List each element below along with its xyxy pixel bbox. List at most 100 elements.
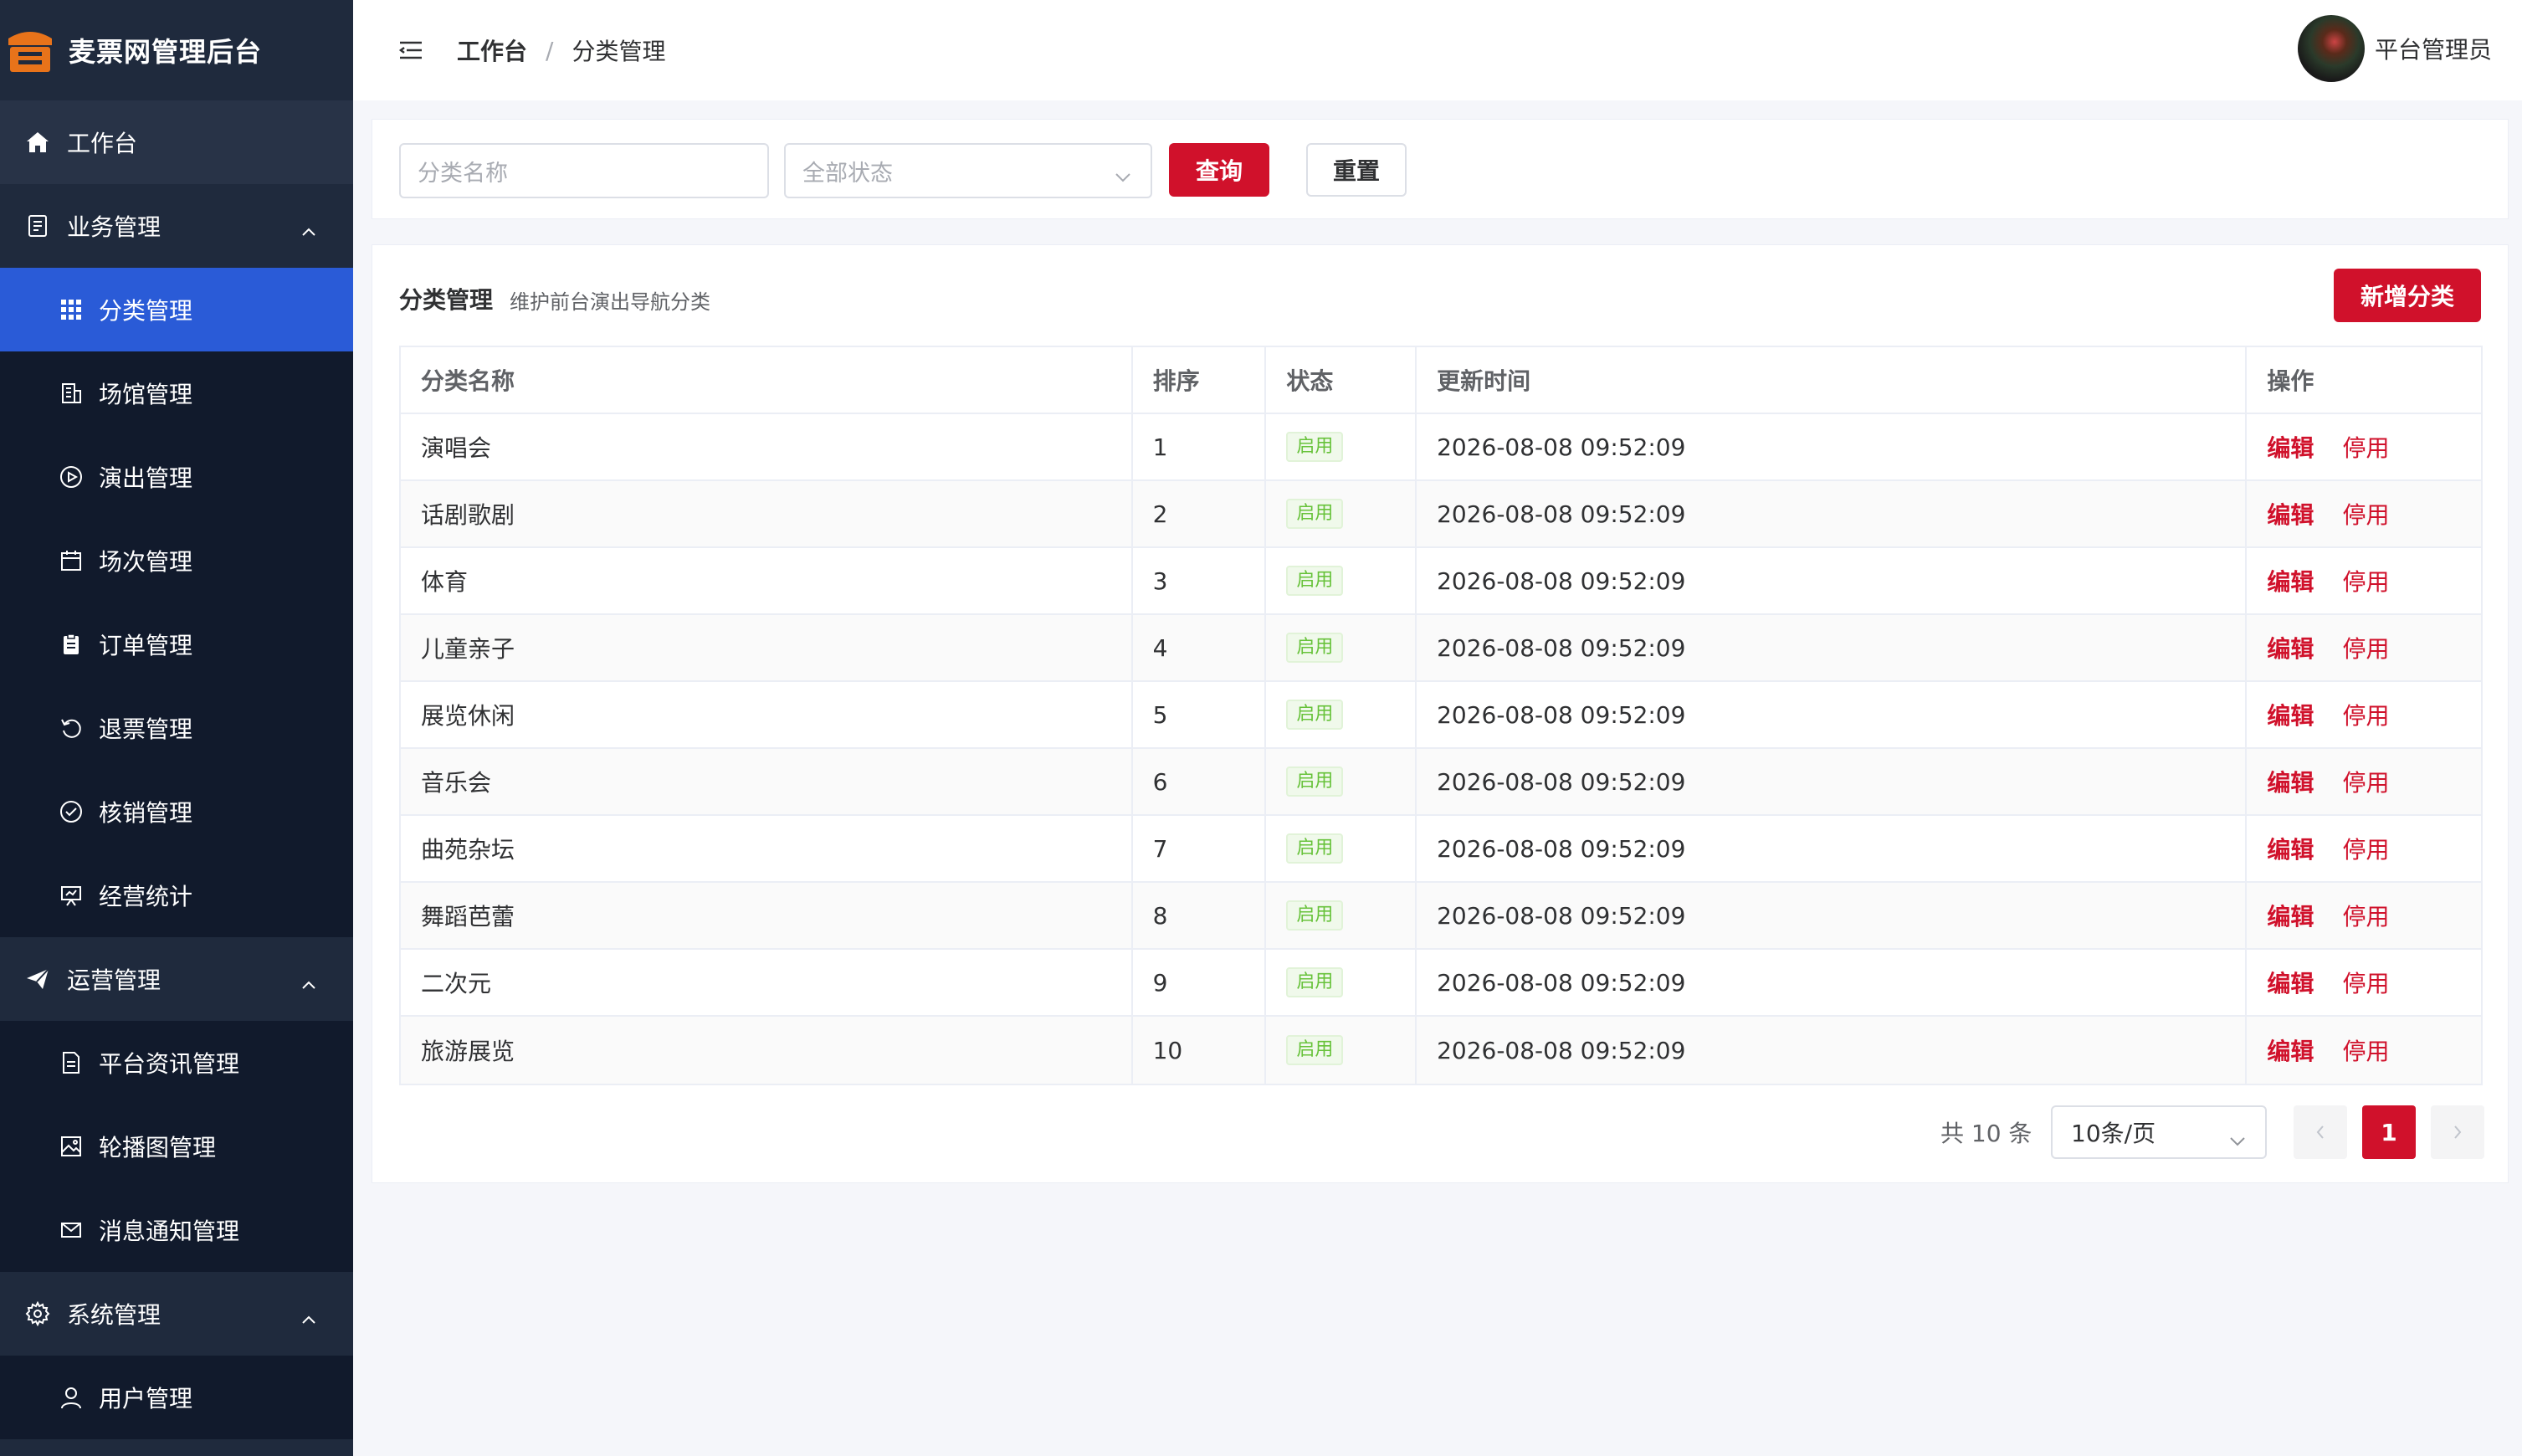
cell-name: 体育 — [401, 548, 1133, 613]
disable-button[interactable]: 停用 — [2342, 832, 2389, 865]
sidebar-item-banner[interactable]: 轮播图管理 — [0, 1105, 353, 1188]
status-badge: 启用 — [1286, 833, 1344, 864]
top-header: 工作台 / 分类管理 平台管理员 — [353, 0, 2522, 100]
cell-updated: 2026-08-08 09:52:09 — [1417, 548, 2248, 613]
status-badge: 启用 — [1286, 566, 1344, 596]
category-name-placeholder: 分类名称 — [418, 160, 508, 187]
sidebar-item-notify[interactable]: 消息通知管理 — [0, 1188, 353, 1272]
menu-workbench[interactable]: 工作台 — [0, 100, 353, 184]
page-size-select[interactable]: 10条/页 — [2051, 1105, 2267, 1159]
chevron-up-icon — [300, 1304, 318, 1331]
cell-name: 曲苑杂坛 — [401, 816, 1133, 881]
table-row: 舞蹈芭蕾 8 启用 2026-08-08 09:52:09 编辑 停用 — [401, 883, 2481, 950]
user-menu[interactable]: 平台管理员 — [2297, 15, 2492, 82]
disable-button[interactable]: 停用 — [2342, 698, 2389, 731]
edit-button[interactable]: 编辑 — [2267, 765, 2314, 798]
table-header-row: 分类名称 排序 状态 更新时间 操作 — [401, 347, 2481, 414]
disable-button[interactable]: 停用 — [2342, 1033, 2389, 1067]
edit-button[interactable]: 编辑 — [2267, 1033, 2314, 1067]
prev-page-button[interactable] — [2294, 1105, 2347, 1159]
disable-button[interactable]: 停用 — [2342, 966, 2389, 999]
disable-button[interactable]: 停用 — [2342, 497, 2389, 531]
edit-button[interactable]: 编辑 — [2267, 698, 2314, 731]
next-page-button[interactable] — [2431, 1105, 2484, 1159]
disable-button[interactable]: 停用 — [2342, 631, 2389, 664]
sidebar-item-news[interactable]: 平台资讯管理 — [0, 1021, 353, 1105]
cell-actions: 编辑 停用 — [2247, 481, 2481, 546]
cell-sort: 3 — [1133, 548, 1267, 613]
table-row: 旅游展览 10 启用 2026-08-08 09:52:09 编辑 停用 — [401, 1017, 2481, 1084]
cell-name: 儿童亲子 — [401, 615, 1133, 680]
sidebar-item-stats[interactable]: 经营统计 — [0, 854, 353, 937]
edit-button[interactable]: 编辑 — [2267, 899, 2314, 932]
edit-button[interactable]: 编辑 — [2267, 631, 2314, 664]
status-select-placeholder: 全部状态 — [802, 160, 893, 187]
sidebar-item-order[interactable]: 订单管理 — [0, 602, 353, 686]
table-row: 音乐会 6 启用 2026-08-08 09:52:09 编辑 停用 — [401, 749, 2481, 816]
cell-updated: 2026-08-08 09:52:09 — [1417, 1017, 2248, 1084]
reset-button[interactable]: 重置 — [1306, 143, 1407, 197]
menu-group-business[interactable]: 业务管理 — [0, 184, 353, 268]
disable-button[interactable]: 停用 — [2342, 430, 2389, 464]
avatar[interactable] — [2297, 15, 2365, 82]
edit-button[interactable]: 编辑 — [2267, 430, 2314, 464]
cell-updated: 2026-08-08 09:52:09 — [1417, 414, 2248, 479]
cell-status: 启用 — [1266, 615, 1417, 680]
disable-button[interactable]: 停用 — [2342, 765, 2389, 798]
mail-icon — [59, 1218, 84, 1243]
user-icon — [59, 1385, 84, 1410]
sidebar-item-label: 分类管理 — [99, 297, 193, 325]
image-icon — [59, 1134, 84, 1159]
sidebar-item-category[interactable]: 分类管理 — [0, 268, 353, 351]
add-category-button[interactable]: 新增分类 — [2334, 269, 2481, 322]
chevron-down-icon — [2228, 1125, 2247, 1153]
sidebar-item-verify[interactable]: 核销管理 — [0, 770, 353, 854]
sidebar-item-label: 场次管理 — [99, 548, 193, 576]
app-title: 麦票网管理后台 — [69, 36, 263, 68]
page-number-current[interactable]: 1 — [2362, 1105, 2416, 1159]
column-header-actions: 操作 — [2267, 367, 2314, 395]
breadcrumb-current: 分类管理 — [572, 38, 666, 65]
edit-button[interactable]: 编辑 — [2267, 832, 2314, 865]
presentation-icon — [59, 883, 84, 908]
disable-button[interactable]: 停用 — [2342, 899, 2389, 932]
breadcrumb-separator: / — [546, 36, 554, 64]
chevron-right-icon — [2454, 1125, 2462, 1139]
sidebar-item-session[interactable]: 场次管理 — [0, 519, 353, 602]
sidebar-item-label: 用户管理 — [99, 1385, 193, 1412]
cell-sort: 2 — [1133, 481, 1267, 546]
search-card: 分类名称 全部状态 查询 重置 — [372, 119, 2509, 219]
status-badge: 启用 — [1286, 900, 1344, 931]
cell-name: 二次元 — [401, 950, 1133, 1015]
menu-group-operations[interactable]: 运营管理 — [0, 937, 353, 1021]
cell-actions: 编辑 停用 — [2247, 816, 2481, 881]
sidebar-item-refund[interactable]: 退票管理 — [0, 686, 353, 770]
breadcrumb-home[interactable]: 工作台 — [457, 33, 527, 67]
table-row: 演唱会 1 启用 2026-08-08 09:52:09 编辑 停用 — [401, 414, 2481, 481]
edit-button[interactable]: 编辑 — [2267, 497, 2314, 531]
category-name-input[interactable]: 分类名称 — [399, 143, 769, 198]
category-table: 分类名称 排序 状态 更新时间 操作 演唱会 1 启用 2026-08-08 09:5… — [399, 346, 2483, 1085]
sidebar-item-users[interactable]: 用户管理 — [0, 1356, 353, 1439]
sidebar-item-label: 平台资讯管理 — [99, 1050, 240, 1078]
disable-button[interactable]: 停用 — [2342, 564, 2389, 597]
cell-updated: 2026-08-08 09:52:09 — [1417, 615, 2248, 680]
sidebar-item-venue[interactable]: 场馆管理 — [0, 351, 353, 435]
chevron-up-icon — [300, 969, 318, 997]
status-badge: 启用 — [1286, 432, 1344, 462]
menu-group-system[interactable]: 系统管理 — [0, 1272, 353, 1356]
status-select[interactable]: 全部状态 — [784, 143, 1152, 198]
menu-group-business-label: 业务管理 — [67, 213, 161, 241]
cell-name: 话剧歌剧 — [401, 481, 1133, 546]
user-name[interactable]: 平台管理员 — [2375, 32, 2492, 65]
app-logo: 麦票网管理后台 — [0, 0, 353, 100]
sidebar-item-show[interactable]: 演出管理 — [0, 435, 353, 519]
page-size-value: 10条/页 — [2071, 1120, 2156, 1147]
sidebar-item-label: 退票管理 — [99, 715, 193, 743]
edit-button[interactable]: 编辑 — [2267, 966, 2314, 999]
cell-name: 舞蹈芭蕾 — [401, 883, 1133, 948]
card-title: 分类管理 — [399, 286, 494, 314]
edit-button[interactable]: 编辑 — [2267, 564, 2314, 597]
menu-toggle-icon[interactable] — [398, 40, 423, 60]
query-button[interactable]: 查询 — [1169, 143, 1269, 197]
